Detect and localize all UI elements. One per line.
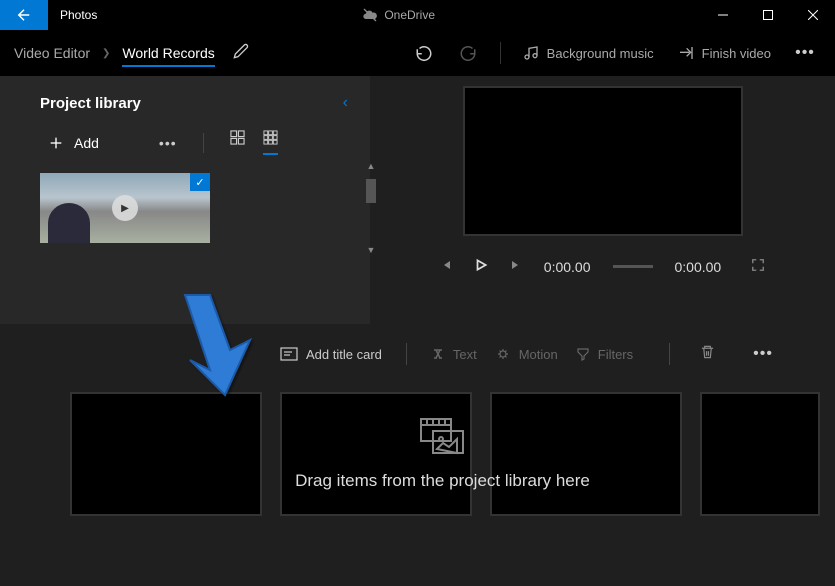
library-items: ✓ ▶ ▲ ▼	[0, 161, 370, 255]
scroll-up-icon[interactable]: ▲	[367, 161, 376, 171]
seek-bar[interactable]	[613, 265, 653, 268]
storyboard-slot[interactable]	[70, 392, 262, 516]
undo-button[interactable]	[408, 44, 440, 62]
grid-large-icon[interactable]	[230, 130, 245, 155]
scroll-down-icon[interactable]: ▼	[367, 245, 376, 255]
separator	[406, 343, 407, 365]
delete-button[interactable]	[700, 344, 715, 365]
fullscreen-button[interactable]	[751, 258, 765, 275]
close-button[interactable]	[790, 0, 835, 30]
main-toolbar: Video Editor ❯ World Records Background …	[0, 30, 835, 76]
main-area: Project library ‹ Add ••• ✓ ▶	[0, 76, 835, 324]
motion-icon	[495, 347, 511, 361]
music-icon	[523, 45, 539, 61]
collapse-chevron-icon[interactable]: ‹	[343, 94, 348, 112]
window-controls	[700, 0, 835, 30]
background-music-button[interactable]: Background music	[517, 45, 660, 61]
storyboard-more-button[interactable]: •••	[753, 345, 773, 363]
add-title-card-button[interactable]: Add title card	[280, 347, 382, 362]
storyboard: Drag items from the project library here	[0, 384, 835, 536]
minimize-button[interactable]	[700, 0, 745, 30]
more-button[interactable]: •••	[789, 44, 821, 62]
chevron-right-icon: ❯	[102, 48, 110, 59]
project-library-panel: Project library ‹ Add ••• ✓ ▶	[0, 76, 370, 324]
storyboard-toolbar: Add title card Text Motion Filters •••	[0, 324, 835, 384]
text-button[interactable]: Text	[431, 347, 477, 362]
cloud-status: OneDrive	[97, 7, 700, 23]
title-card-icon	[280, 347, 298, 361]
next-frame-button[interactable]	[510, 259, 522, 274]
grid-small-icon[interactable]	[263, 130, 278, 155]
video-preview[interactable]	[463, 86, 743, 236]
breadcrumb-root[interactable]: Video Editor	[14, 45, 90, 61]
library-more-button[interactable]: •••	[159, 135, 177, 151]
playback-controls: 0:00.00 0:00.00	[370, 258, 835, 275]
redo-button[interactable]	[452, 44, 484, 62]
tutorial-arrow	[170, 290, 260, 400]
app-title: Photos	[48, 8, 97, 22]
check-icon: ✓	[190, 173, 210, 191]
breadcrumb: Video Editor ❯ World Records	[14, 45, 215, 61]
add-button[interactable]: Add	[48, 135, 99, 151]
text-icon	[431, 347, 445, 361]
titlebar: Photos OneDrive	[0, 0, 835, 30]
breadcrumb-project[interactable]: World Records	[122, 45, 214, 67]
scroll-thumb[interactable]	[366, 179, 376, 203]
separator	[669, 343, 670, 365]
separator	[203, 133, 204, 153]
export-icon	[678, 45, 694, 61]
separator	[500, 42, 501, 64]
library-title: Project library	[40, 95, 141, 112]
maximize-button[interactable]	[745, 0, 790, 30]
plus-icon	[48, 135, 64, 151]
time-current: 0:00.00	[544, 259, 591, 275]
storyboard-slot[interactable]	[490, 392, 682, 516]
play-overlay-icon: ▶	[112, 195, 138, 221]
storyboard-slot[interactable]	[280, 392, 472, 516]
filters-icon	[576, 347, 590, 361]
play-button[interactable]	[474, 258, 488, 275]
edit-icon[interactable]	[233, 43, 249, 64]
library-thumbnail[interactable]: ✓ ▶	[40, 173, 210, 243]
cloud-label: OneDrive	[384, 8, 435, 22]
time-total: 0:00.00	[675, 259, 722, 275]
library-scrollbar[interactable]: ▲ ▼	[364, 161, 378, 255]
motion-button[interactable]: Motion	[495, 347, 558, 362]
back-button[interactable]	[0, 0, 48, 30]
filters-button[interactable]: Filters	[576, 347, 633, 362]
finish-video-button[interactable]: Finish video	[672, 45, 777, 61]
storyboard-slot[interactable]	[700, 392, 820, 516]
cloud-off-icon	[362, 7, 378, 23]
prev-frame-button[interactable]	[440, 259, 452, 274]
preview-area: 0:00.00 0:00.00	[370, 76, 835, 324]
